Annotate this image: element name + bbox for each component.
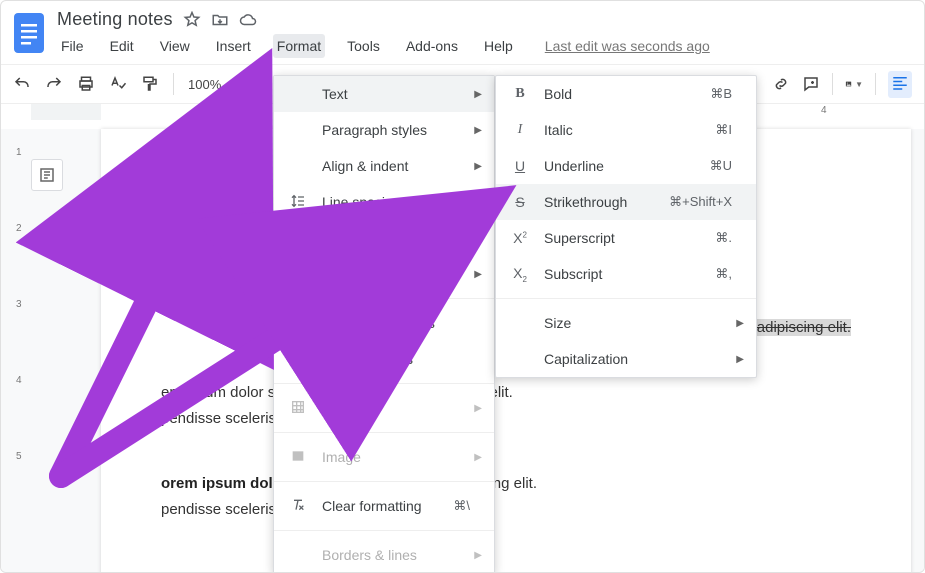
format-bullets-numbering[interactable]: Bullets & numbering▶ [274,256,494,292]
selected-struck-text: r adipiscing elit. [748,319,851,336]
format-page-numbers[interactable]: Page numbers [274,341,494,377]
bold-icon: B [510,86,530,102]
text-strikethrough[interactable]: S Strikethrough⌘+Shift+X [496,184,756,220]
clear-format-icon [288,497,308,516]
format-menu: Text▶ Paragraph styles▶ Align & indent▶ … [273,75,495,573]
menu-help[interactable]: Help [480,34,517,58]
format-table: Table▶ [274,390,494,426]
format-align-indent[interactable]: Align & indent▶ [274,148,494,184]
text-submenu: B Bold⌘B I Italic⌘I U Underline⌘U S Stri… [495,75,757,378]
move-icon[interactable] [211,11,229,29]
star-icon[interactable] [183,11,201,29]
italic-icon: I [510,122,530,138]
menu-file[interactable]: File [57,34,88,58]
doc-title[interactable]: Meeting notes [57,9,173,30]
docs-logo[interactable] [11,9,47,57]
chevron-down-icon: ▼ [227,80,235,89]
format-image: Image▶ [274,439,494,475]
paint-format-icon[interactable] [141,75,159,93]
text-italic[interactable]: I Italic⌘I [496,112,756,148]
text-bold[interactable]: B Bold⌘B [496,76,756,112]
text-superscript[interactable]: X2 Superscript⌘. [496,220,756,256]
image-icon [288,448,308,467]
undo-icon[interactable] [13,75,31,93]
format-headers-footers[interactable]: Headers & footers [274,305,494,341]
last-edit-link[interactable]: Last edit was seconds ago [545,38,710,54]
insert-link-icon[interactable] [772,75,790,93]
chevron-down-icon: ▼ [855,80,863,89]
text-underline[interactable]: U Underline⌘U [496,148,756,184]
format-line-spacing[interactable]: Line spacing▶ [274,184,494,220]
format-clear-formatting[interactable]: Clear formatting ⌘\ [274,488,494,524]
shortcut-text: ⌘\ [453,498,470,514]
format-text[interactable]: Text▶ [274,76,494,112]
format-paragraph-styles[interactable]: Paragraph styles▶ [274,112,494,148]
spellcheck-icon[interactable] [109,75,127,93]
menu-addons[interactable]: Add-ons [402,34,462,58]
menu-insert[interactable]: Insert [212,34,255,58]
print-icon[interactable] [77,75,95,93]
menu-tools[interactable]: Tools [343,34,384,58]
underline-icon: U [510,158,530,174]
columns-icon [288,229,308,248]
strikethrough-icon: S [510,194,530,210]
zoom-selector[interactable]: 100%▼ [188,77,235,92]
submenu-arrow-icon: ▶ [474,89,482,100]
superscript-icon: X2 [510,230,530,246]
line-spacing-icon [288,193,308,212]
subscript-icon: X2 [510,265,530,284]
text-subscript[interactable]: X2 Subscript⌘, [496,256,756,292]
menu-edit[interactable]: Edit [106,34,138,58]
text-size[interactable]: Size▶ [496,305,756,341]
vertical-ruler: 1 2 3 4 5 [16,129,30,572]
menu-view[interactable]: View [156,34,194,58]
align-left-icon[interactable] [888,71,912,98]
redo-icon[interactable] [45,75,63,93]
insert-image-icon[interactable]: ▼ [845,75,863,93]
menubar: File Edit View Insert Format Tools Add-o… [57,34,710,58]
outline-toggle[interactable] [31,159,63,191]
cloud-icon[interactable] [239,11,257,29]
menu-format[interactable]: Format [273,34,325,58]
comment-icon[interactable] [802,75,820,93]
format-columns[interactable]: Columns▶ [274,220,494,256]
text-capitalization[interactable]: Capitalization▶ [496,341,756,377]
table-icon [288,399,308,418]
format-borders-lines: Borders & lines▶ [274,537,494,573]
